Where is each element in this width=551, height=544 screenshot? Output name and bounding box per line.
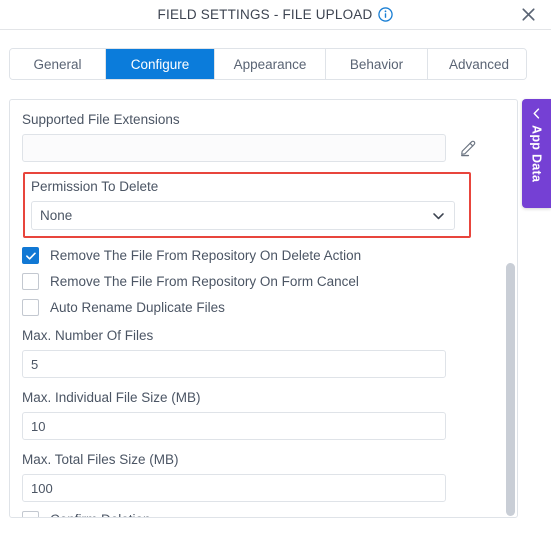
checkbox-box-unchecked[interactable]: [22, 273, 39, 290]
dialog-title-wrap: FIELD SETTINGS - FILE UPLOAD: [158, 7, 394, 22]
close-button[interactable]: [518, 5, 538, 25]
settings-panel-content: Supported File Extensions Permission To …: [10, 100, 517, 517]
info-circle-icon[interactable]: [378, 7, 394, 22]
app-data-label: App Data: [529, 125, 544, 183]
permission-to-delete-highlight: Permission To Delete None: [23, 172, 471, 238]
max-individual-file-size-label: Max. Individual File Size (MB): [22, 390, 201, 405]
pencil-edit-icon[interactable]: [459, 139, 477, 157]
max-number-of-files-label: Max. Number Of Files: [22, 328, 154, 343]
max-total-files-size-label: Max. Total Files Size (MB): [22, 452, 179, 467]
checkbox-label: Remove The File From Repository On Delet…: [50, 248, 362, 263]
supported-file-extensions-input[interactable]: [22, 134, 446, 162]
checkbox-label: Remove The File From Repository On Form …: [50, 274, 359, 289]
field-max-number-of-files: Max. Number Of Files: [22, 327, 505, 378]
tab-general[interactable]: General: [10, 49, 106, 79]
settings-panel: Supported File Extensions Permission To …: [9, 99, 518, 518]
checkbox-box-unchecked[interactable]: [22, 299, 39, 316]
field-supported-file-extensions: Supported File Extensions: [22, 111, 505, 162]
tab-behavior[interactable]: Behavior: [326, 49, 428, 79]
checkbox-box-unchecked[interactable]: [22, 511, 39, 517]
tab-bar-row: General Configure Appearance Behavior Ad…: [0, 30, 551, 80]
page-title: FIELD SETTINGS - FILE UPLOAD: [157, 7, 373, 22]
checkbox-auto-rename-duplicate-files[interactable]: Auto Rename Duplicate Files: [22, 299, 505, 316]
max-number-of-files-input[interactable]: [22, 350, 446, 378]
tab-appearance[interactable]: Appearance: [215, 49, 326, 79]
panel-scrollbar-thumb[interactable]: [506, 263, 515, 516]
checkbox-confirm-deletion[interactable]: Confirm Deletion: [22, 511, 505, 517]
supported-file-extensions-label: Supported File Extensions: [22, 112, 180, 127]
chevron-left-icon: [530, 107, 543, 120]
checkbox-group: Remove The File From Repository On Delet…: [22, 247, 505, 316]
checkbox-label: Auto Rename Duplicate Files: [50, 300, 225, 315]
field-max-total-files-size: Max. Total Files Size (MB): [22, 451, 505, 502]
field-max-individual-file-size: Max. Individual File Size (MB): [22, 389, 505, 440]
app-data-panel-toggle[interactable]: App Data: [522, 99, 551, 208]
max-total-files-size-input[interactable]: [22, 474, 446, 502]
checkbox-remove-file-on-form-cancel[interactable]: Remove The File From Repository On Form …: [22, 273, 505, 290]
tab-configure[interactable]: Configure: [106, 49, 215, 79]
tab-bar: General Configure Appearance Behavior Ad…: [9, 48, 527, 80]
checkbox-box-checked[interactable]: [22, 247, 39, 264]
tab-advanced[interactable]: Advanced: [428, 49, 526, 79]
permission-to-delete-select[interactable]: None: [31, 201, 455, 230]
checkbox-remove-file-on-delete-action[interactable]: Remove The File From Repository On Delet…: [22, 247, 505, 264]
permission-to-delete-label: Permission To Delete: [31, 179, 159, 194]
max-individual-file-size-input[interactable]: [22, 412, 446, 440]
dialog-header: FIELD SETTINGS - FILE UPLOAD: [0, 0, 551, 30]
checkbox-label: Confirm Deletion: [50, 511, 151, 517]
permission-to-delete-select-wrap: None: [31, 201, 455, 230]
supported-file-extensions-row: [22, 134, 505, 162]
panel-scrollbar-track[interactable]: [506, 100, 515, 517]
